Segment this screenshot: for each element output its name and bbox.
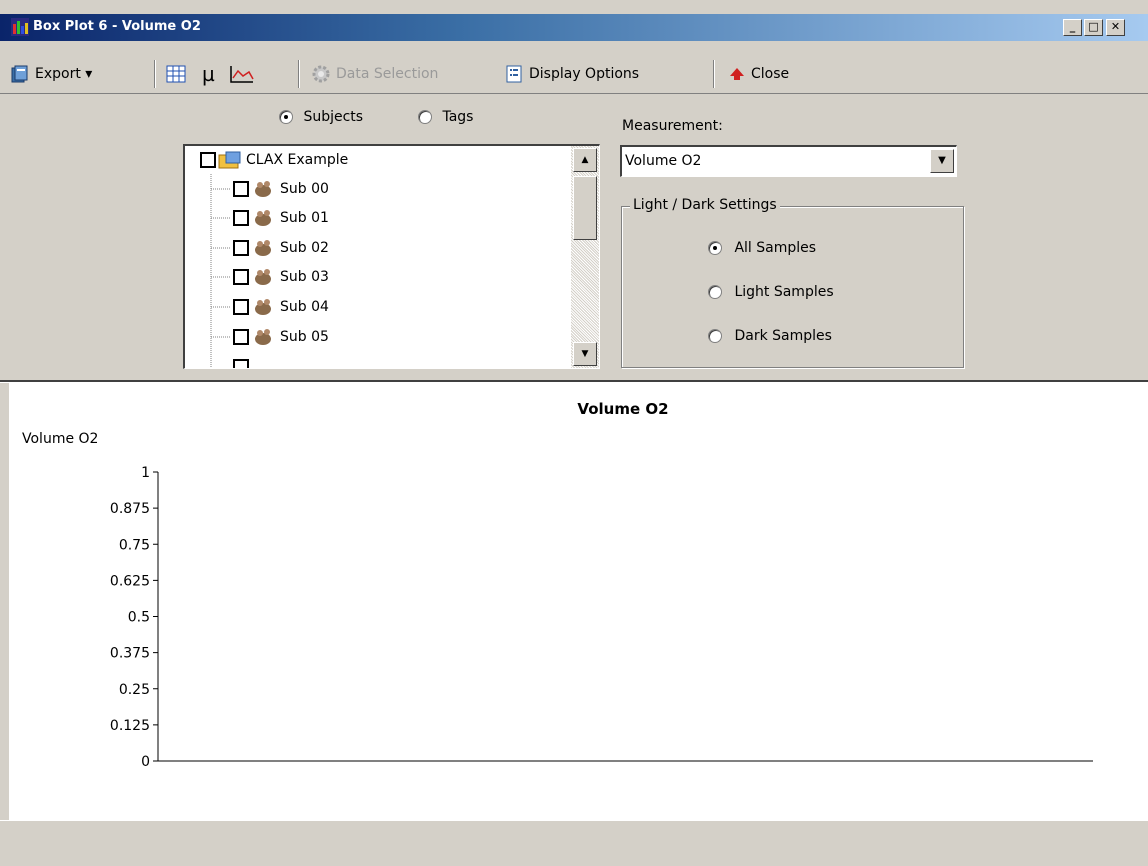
tags-label: Tags [442,109,474,125]
tree-item[interactable]: Sub 00 [233,177,329,201]
tree-item[interactable]: Sub 01 [233,206,329,230]
tree-item-checkbox[interactable] [233,240,249,256]
table-view-button[interactable] [166,63,186,85]
mouse-icon [255,210,271,226]
subjects-radio-dot[interactable] [279,110,293,124]
chart-title: Volume O2 [577,400,668,418]
subjects-radio[interactable]: Subjects [279,109,363,125]
tree-item-checkbox[interactable] [233,269,249,285]
mu-icon: µ [202,62,215,86]
mean-button[interactable]: µ [202,62,215,86]
tree-item-label: Sub 02 [280,240,329,256]
maximize-button[interactable]: □ [1084,19,1103,36]
folder-icon [218,151,241,169]
light-samples-label: Light Samples [734,284,834,300]
tree-item-checkbox[interactable] [233,299,249,315]
measurement-value: Volume O2 [625,153,702,169]
tree-item-checkbox[interactable] [233,181,249,197]
mouse-icon [255,299,271,315]
chart-view-button[interactable] [229,63,255,85]
y-axis-label: Volume O2 [22,431,98,447]
mouse-icon [255,240,271,256]
close-button[interactable]: Close [728,63,789,85]
data-selection-label: Data Selection [336,66,439,82]
all-samples-radio-dot[interactable] [708,241,722,255]
tree-item[interactable]: Sub 03 [233,265,329,289]
data-selection-button[interactable]: Data Selection [311,63,438,85]
tags-radio[interactable]: Tags [418,109,473,125]
all-samples-radio[interactable]: All Samples [708,240,816,256]
tree-item-label: Sub 04 [280,299,329,315]
subject-tree[interactable]: CLAX Example Sub 00 Sub 01 Sub 02 Sub 03… [183,144,600,369]
tree-item-checkbox[interactable] [233,329,249,345]
export-button[interactable]: Export ▾ [10,63,92,85]
export-label: Export ▾ [35,66,93,82]
light-samples-radio[interactable]: Light Samples [708,284,834,300]
table-icon [166,65,186,83]
toolbar-separator [154,60,156,88]
tree-item-partial[interactable] [233,355,249,368]
display-options-label: Display Options [529,66,640,82]
mouse-icon [255,181,271,197]
mouse-icon [255,269,271,285]
box-plot-window: Box Plot 6 - Volume O2 _ □ ✕ Export ▾ µ … [0,0,1148,866]
y-tick-label: 1 [141,465,150,481]
dark-samples-radio[interactable]: Dark Samples [708,328,832,344]
tree-root[interactable]: CLAX Example [200,148,348,172]
line-chart-icon [230,66,254,83]
y-tick-label: 0.125 [110,718,150,734]
tree-item[interactable]: Sub 04 [233,295,329,319]
measurement-label: Measurement: [622,118,723,134]
display-options-button[interactable]: Display Options [504,63,639,85]
tree-item-label: Sub 03 [280,269,329,285]
minimize-button[interactable]: _ [1063,19,1082,36]
tree-item-label: Sub 01 [280,210,329,226]
scroll-thumb[interactable] [573,176,597,240]
tags-radio-dot[interactable] [418,110,432,124]
tree-scrollbar[interactable]: ▲ ▼ [571,146,599,368]
status-bar [0,820,1148,866]
toolbar-border [0,93,1148,94]
dark-samples-label: Dark Samples [734,328,832,344]
y-tick-label: 0.75 [119,537,150,553]
y-tick-label: 0.625 [110,573,150,589]
close-arrow-icon [730,68,744,80]
window-title: Box Plot 6 - Volume O2 [33,19,201,34]
title-bar[interactable]: Box Plot 6 - Volume O2 _ □ ✕ [0,14,1148,41]
box-plot-chart: Volume O2 Volume O2 1 0.875 0.75 0.625 0.5 0.… [22,400,1093,770]
toolbar-separator [713,60,715,88]
measurement-select[interactable]: Volume O2 ▼ [620,145,957,177]
tree-item-checkbox[interactable] [233,210,249,226]
mouse-icon [255,329,271,345]
tree-item-checkbox[interactable] [233,359,249,368]
y-tick-label: 0 [141,754,150,770]
scroll-up-button[interactable]: ▲ [573,148,597,172]
close-label: Close [751,66,790,82]
y-axis-ticks: 1 0.875 0.75 0.625 0.5 0.375 0.25 0.125 0 [110,465,158,770]
tree-item-label: Sub 05 [280,329,329,345]
display-options-icon [506,65,522,83]
chevron-down-icon[interactable]: ▼ [930,149,954,173]
subjects-label: Subjects [303,109,364,125]
light-samples-radio-dot[interactable] [708,285,722,299]
tree-root-label: CLAX Example [246,152,349,168]
y-tick-label: 0.375 [110,646,150,662]
app-icon [11,18,29,36]
close-window-button[interactable]: ✕ [1106,19,1125,36]
dark-samples-radio-dot[interactable] [708,329,722,343]
y-tick-label: 0.875 [110,501,150,517]
toolbar-separator [298,60,300,88]
tree-item[interactable]: Sub 02 [233,236,329,260]
light-dark-legend: Light / Dark Settings [630,197,780,213]
toolbar: Export ▾ µ Data Selection Display Option… [0,55,1148,93]
y-tick-label: 0.5 [128,610,150,626]
gear-icon [312,65,330,83]
export-icon [11,65,28,83]
y-tick-label: 0.25 [119,682,150,698]
scroll-down-button[interactable]: ▼ [573,342,597,366]
tree-root-checkbox[interactable] [200,152,216,168]
tree-item[interactable]: Sub 05 [233,325,329,349]
tree-item-label: Sub 00 [280,181,329,197]
all-samples-label: All Samples [734,240,817,256]
